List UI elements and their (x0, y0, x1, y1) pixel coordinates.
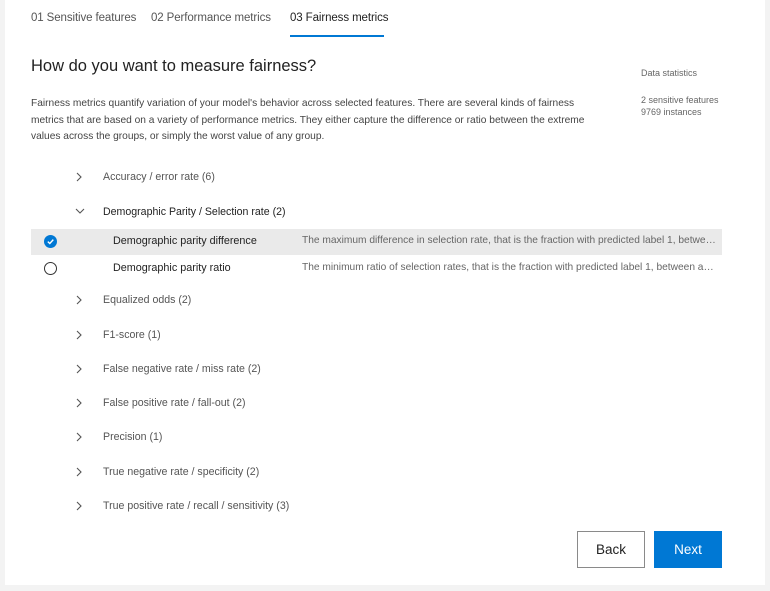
chevron-right-icon (75, 398, 83, 408)
metric-group-label: True negative rate / specificity (2) (103, 466, 260, 478)
instances-count: 9769 instances (641, 107, 702, 117)
radio-unchecked-icon[interactable] (44, 262, 57, 275)
metric-group-precision[interactable]: Precision (1) (31, 422, 722, 452)
radio-checked-icon[interactable] (44, 235, 57, 248)
chevron-right-icon (75, 295, 83, 305)
metric-description: The minimum ratio of selection rates, th… (302, 262, 717, 273)
metric-group-f1-score[interactable]: F1-score (1) (31, 320, 722, 350)
metric-group-accuracy[interactable]: Accuracy / error rate (6) (31, 162, 722, 192)
tab-performance-metrics[interactable]: 02 Performance metrics (151, 12, 271, 24)
metric-group-false-positive-rate[interactable]: False positive rate / fall-out (2) (31, 388, 722, 418)
metric-group-false-negative-rate[interactable]: False negative rate / miss rate (2) (31, 354, 722, 384)
chevron-right-icon (75, 172, 83, 182)
metric-name: Demographic parity ratio (113, 262, 231, 274)
chevron-right-icon (75, 501, 83, 511)
next-button[interactable]: Next (654, 531, 722, 568)
metric-group-label: False negative rate / miss rate (2) (103, 363, 261, 375)
chevron-right-icon (75, 330, 83, 340)
data-statistics-title: Data statistics (641, 68, 698, 78)
metric-option-demographic-parity-ratio[interactable]: Demographic parity ratio The minimum rat… (31, 256, 722, 282)
metric-group-label: True positive rate / recall / sensitivit… (103, 500, 290, 512)
metric-group-equalized-odds[interactable]: Equalized odds (2) (31, 285, 722, 315)
metric-group-label: Precision (1) (103, 431, 163, 443)
metric-group-label: Accuracy / error rate (6) (103, 171, 215, 183)
metric-group-true-negative-rate[interactable]: True negative rate / specificity (2) (31, 457, 722, 487)
metric-name: Demographic parity difference (113, 235, 257, 247)
metric-group-label: Equalized odds (2) (103, 294, 192, 306)
metric-description: The maximum difference in selection rate… (302, 235, 717, 246)
page-description: Fairness metrics quantify variation of y… (31, 98, 585, 142)
wizard-panel: 01 Sensitive features 02 Performance met… (5, 0, 765, 585)
metric-group-demographic-parity[interactable]: Demographic Parity / Selection rate (2) (31, 197, 722, 227)
chevron-right-icon (75, 467, 83, 477)
metric-option-demographic-parity-difference[interactable]: Demographic parity difference The maximu… (31, 229, 722, 255)
chevron-down-icon (75, 207, 85, 217)
metric-group-true-positive-rate[interactable]: True positive rate / recall / sensitivit… (31, 491, 722, 521)
active-tab-indicator (290, 35, 384, 37)
metric-group-label: False positive rate / fall-out (2) (103, 397, 246, 409)
sensitive-features-count: 2 sensitive features (641, 95, 719, 105)
tab-fairness-metrics[interactable]: 03 Fairness metrics (290, 12, 389, 24)
metric-group-label: Demographic Parity / Selection rate (2) (103, 206, 286, 218)
back-button[interactable]: Back (577, 531, 645, 568)
chevron-right-icon (75, 364, 83, 374)
tab-sensitive-features[interactable]: 01 Sensitive features (31, 12, 136, 24)
chevron-right-icon (75, 432, 83, 442)
metric-group-label: F1-score (1) (103, 329, 161, 341)
page-title: How do you want to measure fairness? (31, 57, 317, 75)
